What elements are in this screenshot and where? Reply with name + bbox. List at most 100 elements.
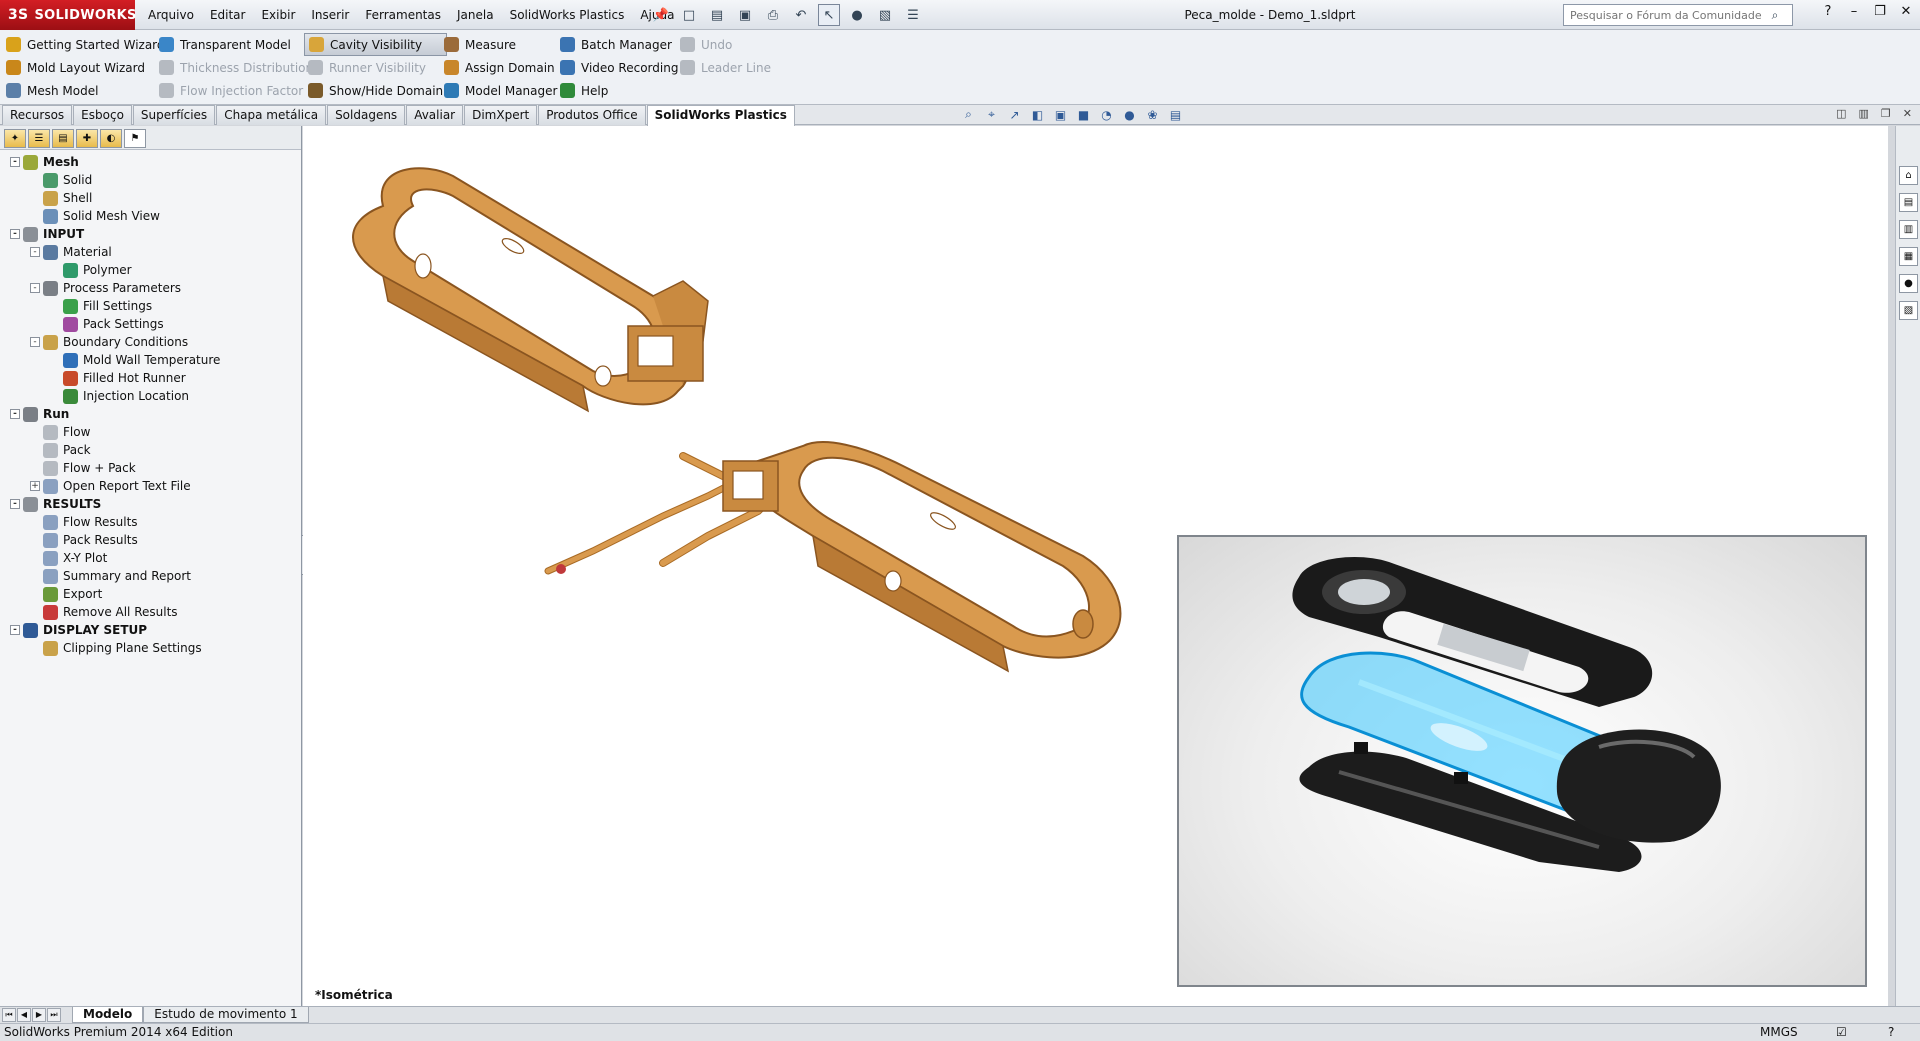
- graphics-area[interactable]: *Isométrica: [303, 126, 1888, 1006]
- tree-item-export[interactable]: Export: [0, 585, 301, 603]
- configuration-manager-tab-icon[interactable]: ▤: [52, 129, 74, 148]
- bottom-tab-estudo-de-movimento-1[interactable]: Estudo de movimento 1: [143, 1007, 309, 1023]
- property-manager-tab-icon[interactable]: ☰: [28, 129, 50, 148]
- minimize-icon[interactable]: –: [1846, 4, 1862, 19]
- tree-item-solid[interactable]: Solid: [0, 171, 301, 189]
- tree-item-run[interactable]: - Run: [0, 405, 301, 423]
- viewport-split-icon[interactable]: ▥: [1859, 107, 1869, 120]
- plastics-manager-tab-icon[interactable]: ⚑: [124, 129, 146, 148]
- tree-item-fill-settings[interactable]: Fill Settings: [0, 297, 301, 315]
- model-manager-button[interactable]: Model Manager: [440, 79, 561, 102]
- previous-tab-icon[interactable]: ◀: [17, 1008, 31, 1022]
- zoom-to-fit-icon[interactable]: ⌕: [960, 106, 977, 123]
- tree-item-polymer[interactable]: Polymer: [0, 261, 301, 279]
- collapse-icon[interactable]: -: [10, 625, 20, 635]
- batch-manager-button[interactable]: Batch Manager: [556, 33, 682, 56]
- hide-show-items-icon[interactable]: ◔: [1098, 106, 1115, 123]
- tab-esbo-o[interactable]: Esboço: [73, 105, 132, 125]
- menu-item-editar[interactable]: Editar: [202, 0, 254, 30]
- cavity-visibility-button[interactable]: Cavity Visibility: [304, 33, 448, 56]
- tree-item-clipping-plane-settings[interactable]: Clipping Plane Settings: [0, 639, 301, 657]
- transparent-model-button[interactable]: Transparent Model: [155, 33, 317, 56]
- next-tab-icon[interactable]: ▶: [32, 1008, 46, 1022]
- scene-icon[interactable]: ❀: [1144, 106, 1161, 123]
- collapse-icon[interactable]: -: [10, 157, 20, 167]
- menu-item-janela[interactable]: Janela: [449, 0, 502, 30]
- print-icon[interactable]: ⎙: [762, 4, 784, 26]
- tree-item-mold-wall-temperature[interactable]: Mold Wall Temperature: [0, 351, 301, 369]
- save-icon[interactable]: ▣: [734, 4, 756, 26]
- thickness-distribution-button[interactable]: Thickness Distribution: [155, 56, 317, 79]
- tree-item-remove-all-results[interactable]: Remove All Results: [0, 603, 301, 621]
- solidworks-logo[interactable]: 3S SOLIDWORKS: [0, 0, 136, 30]
- dimxpert-tab-icon[interactable]: ✚: [76, 129, 98, 148]
- viewport-tile-icon[interactable]: ◫: [1836, 107, 1846, 120]
- close-icon[interactable]: ✕: [1898, 4, 1914, 19]
- tree-item-solid-mesh-view[interactable]: Solid Mesh View: [0, 207, 301, 225]
- flow-injection-factor-button[interactable]: Flow Injection Factor: [155, 79, 317, 102]
- tab-avaliar[interactable]: Avaliar: [406, 105, 464, 125]
- pin-icon[interactable]: 📌: [650, 4, 672, 26]
- tree-item-results[interactable]: - RESULTS: [0, 495, 301, 513]
- last-tab-icon[interactable]: ⏭: [47, 1008, 61, 1022]
- tree-item-flow[interactable]: Flow: [0, 423, 301, 441]
- design-library-icon[interactable]: ▤: [1899, 193, 1918, 212]
- tree-item-summary-and-report[interactable]: Summary and Report: [0, 567, 301, 585]
- viewport-close-icon[interactable]: ✕: [1903, 107, 1912, 120]
- viewport-restore-icon[interactable]: ❐: [1881, 107, 1891, 120]
- open-folder-icon[interactable]: ▤: [706, 4, 728, 26]
- help-button[interactable]: Help: [556, 79, 682, 102]
- menu-item-solidworks-plastics[interactable]: SolidWorks Plastics: [502, 0, 633, 30]
- restore-icon[interactable]: ❐: [1872, 4, 1888, 19]
- collapse-icon[interactable]: -: [30, 337, 40, 347]
- tree-item-material[interactable]: - Material: [0, 243, 301, 261]
- new-document-icon[interactable]: □: [678, 4, 700, 26]
- undo-toolbar-icon[interactable]: ↶: [790, 4, 812, 26]
- help-menu-icon[interactable]: ?: [1820, 4, 1836, 19]
- getting-started-wizard-button[interactable]: Getting Started Wizard: [2, 33, 169, 56]
- collapse-icon[interactable]: -: [10, 409, 20, 419]
- view-orientation-icon[interactable]: ▣: [1052, 106, 1069, 123]
- view-settings-icon[interactable]: ▤: [1167, 106, 1184, 123]
- search-icon[interactable]: ⌕: [1764, 8, 1786, 23]
- tree-item-shell[interactable]: Shell: [0, 189, 301, 207]
- tree-item-boundary-conditions[interactable]: - Boundary Conditions: [0, 333, 301, 351]
- status-help-icon[interactable]: ?: [1888, 1025, 1894, 1039]
- select-cursor-icon[interactable]: ↖: [818, 4, 840, 26]
- tree-item-pack-settings[interactable]: Pack Settings: [0, 315, 301, 333]
- tree-item-mesh[interactable]: - Mesh: [0, 153, 301, 171]
- tab-produtos-office[interactable]: Produtos Office: [538, 105, 646, 125]
- mesh-model-button[interactable]: Mesh Model: [2, 79, 169, 102]
- zoom-area-icon[interactable]: ⌖: [983, 106, 1000, 123]
- menu-item-exibir[interactable]: Exibir: [253, 0, 303, 30]
- tree-item-filled-hot-runner[interactable]: Filled Hot Runner: [0, 369, 301, 387]
- file-explorer-icon[interactable]: ▥: [1899, 220, 1918, 239]
- menu-item-inserir[interactable]: Inserir: [303, 0, 357, 30]
- assign-domain-button[interactable]: Assign Domain: [440, 56, 561, 79]
- undo-button[interactable]: Undo: [676, 33, 775, 56]
- tree-item-flow-pack[interactable]: Flow + Pack: [0, 459, 301, 477]
- tree-item-open-report-text-file[interactable]: + Open Report Text File: [0, 477, 301, 495]
- solidworks-resources-icon[interactable]: ⌂: [1899, 166, 1918, 185]
- section-view-icon[interactable]: ◧: [1029, 106, 1046, 123]
- collapse-icon[interactable]: -: [10, 499, 20, 509]
- first-tab-icon[interactable]: ⏮: [2, 1008, 16, 1022]
- expand-icon[interactable]: +: [30, 481, 40, 491]
- display-manager-tab-icon[interactable]: ◐: [100, 129, 122, 148]
- tree-item-x-y-plot[interactable]: X-Y Plot: [0, 549, 301, 567]
- tree-item-flow-results[interactable]: Flow Results: [0, 513, 301, 531]
- runner-visibility-button[interactable]: Runner Visibility: [304, 56, 447, 79]
- view-palette-icon[interactable]: ▦: [1899, 247, 1918, 266]
- units-label[interactable]: MMGS: [1760, 1025, 1798, 1039]
- bottom-tab-modelo[interactable]: Modelo: [72, 1007, 144, 1023]
- tree-item-pack[interactable]: Pack: [0, 441, 301, 459]
- tree-item-pack-results[interactable]: Pack Results: [0, 531, 301, 549]
- tab-superf-cies[interactable]: Superfícies: [132, 105, 216, 125]
- measure-button[interactable]: Measure: [440, 33, 561, 56]
- rebuild-icon[interactable]: ●: [846, 4, 868, 26]
- file-properties-icon[interactable]: ▧: [874, 4, 896, 26]
- custom-properties-icon[interactable]: ▧: [1899, 301, 1918, 320]
- tree-item-input[interactable]: - INPUT: [0, 225, 301, 243]
- menu-item-ferramentas[interactable]: Ferramentas: [357, 0, 449, 30]
- options-icon[interactable]: ☰: [902, 4, 924, 26]
